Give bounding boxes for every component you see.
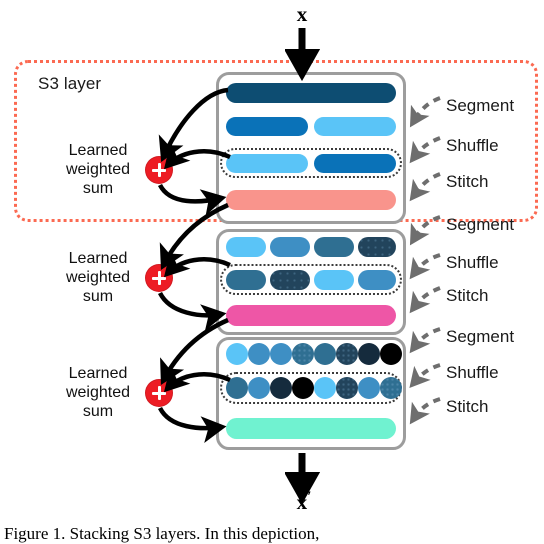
output-vector-label: x′ xyxy=(287,490,321,513)
layer-1-sum-label: Learned weighted sum xyxy=(39,141,157,198)
layer-3-stitch-dot-5 xyxy=(314,377,336,399)
op-arrows-layer-2 xyxy=(409,215,441,314)
sum-label-line3: sum xyxy=(82,180,114,197)
op-label-shuffle-3: Shuffle xyxy=(446,363,499,382)
layer-3-weighted-sum-node xyxy=(146,380,172,406)
layer-2-sum-label: Learned weighted sum xyxy=(39,249,157,306)
op-label-segment-2: Segment xyxy=(446,215,515,234)
layer-2-stitch-bar-2 xyxy=(270,270,310,290)
layer-1-shuffle-bar-1 xyxy=(226,117,308,136)
layer-3-stitch-dot-1 xyxy=(226,377,248,399)
layer-2-segment-bar-4 xyxy=(358,237,396,257)
layer-3-stitch-dot-7 xyxy=(358,377,380,399)
layer-3-segment-dot-7 xyxy=(358,343,380,365)
layer-3-stitch-dot-2 xyxy=(248,377,270,399)
sum-label-line1: Learned xyxy=(68,142,128,159)
layer-1-shuffle-bar-2 xyxy=(314,117,396,136)
layer-1-output-bar xyxy=(226,190,396,210)
layer-3-sum-label: Learned weighted sum xyxy=(39,364,157,421)
s3-layer-label: S3 layer xyxy=(38,74,102,93)
layer-3-stitch-dot-8 xyxy=(380,377,402,399)
layer-1-stitch-bar-2 xyxy=(314,154,396,173)
sum-label-line1: Learned xyxy=(68,365,128,382)
sum-label-line1: Learned xyxy=(68,250,128,267)
op-label-stitch-1: Stitch xyxy=(446,172,489,191)
layer-3-stitch-dot-6 xyxy=(336,377,358,399)
layer-2-stitch-bar-3 xyxy=(314,270,354,290)
layer-3-stitch-dot-4 xyxy=(292,377,314,399)
sum-label-line2: weighted xyxy=(65,269,131,286)
op-arrows-layer-3 xyxy=(409,327,441,425)
input-vector-label: x xyxy=(296,2,308,26)
sum-label-line2: weighted xyxy=(65,384,131,401)
layer-3-stitch-dot-3 xyxy=(270,377,292,399)
layer-1-stitch-bar-1 xyxy=(226,154,308,173)
sum-label-line2: weighted xyxy=(65,161,131,178)
layer-3-segment-dot-3 xyxy=(270,343,292,365)
layer-3-segment-dot-6 xyxy=(336,343,358,365)
op-label-stitch-3: Stitch xyxy=(446,397,489,416)
op-label-segment-3: Segment xyxy=(446,327,515,346)
op-label-stitch-2: Stitch xyxy=(446,286,489,305)
layer-2-segment-bar-3 xyxy=(314,237,354,257)
layer-3-segment-dot-8 xyxy=(380,343,402,365)
sum-label-line3: sum xyxy=(82,403,114,420)
layer-2-output-bar xyxy=(226,305,396,326)
layer-2-segment-bar-2 xyxy=(270,237,310,257)
output-vector-base: x xyxy=(296,490,308,514)
layer-3-segment-dot-4 xyxy=(292,343,314,365)
layer-3-output-bar xyxy=(226,418,396,439)
sum-label-line3: sum xyxy=(82,288,114,305)
figure-caption: Figure 1. Stacking S3 layers. In this de… xyxy=(4,524,320,543)
layer-2-segment-bar-1 xyxy=(226,237,266,257)
layer-1-segment-bar-1 xyxy=(226,83,396,103)
layer-3-segment-dot-2 xyxy=(248,343,270,365)
output-vector-prime: ′ xyxy=(307,489,312,505)
figure-s3-stacking: x S3 layer Learned weighted sum Learned … xyxy=(0,0,544,543)
layer-3-segment-dot-1 xyxy=(226,343,248,365)
layer-3-segment-dot-5 xyxy=(314,343,336,365)
layer-2-weighted-sum-node xyxy=(146,265,172,291)
layer-2-stitch-bar-4 xyxy=(358,270,396,290)
op-label-segment-1: Segment xyxy=(446,96,515,115)
op-label-shuffle-2: Shuffle xyxy=(446,253,499,272)
layer-2-stitch-bar-1 xyxy=(226,270,266,290)
op-label-shuffle-1: Shuffle xyxy=(446,136,499,155)
layer-1-weighted-sum-node xyxy=(146,157,172,183)
